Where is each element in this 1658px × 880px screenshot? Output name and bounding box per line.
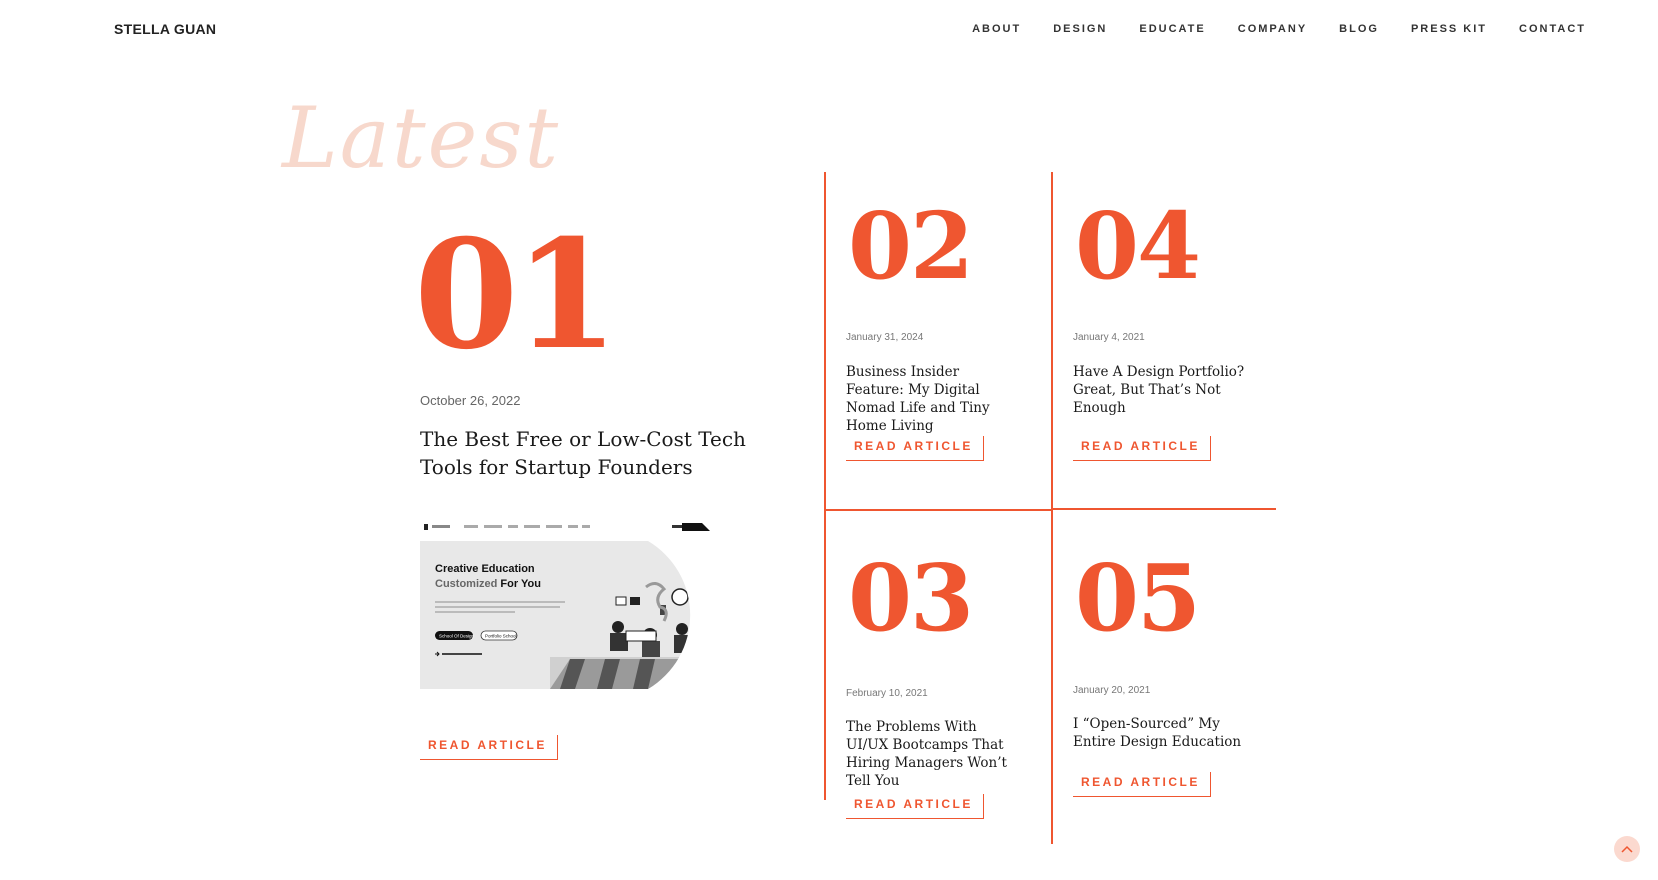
read-article-wrap: READ ARTICLE bbox=[1073, 436, 1211, 461]
read-article-wrap: READ ARTICLE bbox=[1073, 772, 1211, 797]
thumb-btn-2: Portfolio School bbox=[485, 634, 517, 639]
site-logo[interactable]: STELLA GUAN bbox=[114, 21, 216, 37]
article-title[interactable]: Business Insider Feature: My Digital Nom… bbox=[846, 363, 1021, 435]
article-title[interactable]: Have A Design Portfolio? Great, But That… bbox=[1073, 363, 1248, 417]
read-article-button[interactable]: READ ARTICLE bbox=[420, 735, 558, 760]
article-card-02: 02 January 31, 2024 Business Insider Fea… bbox=[846, 200, 1056, 480]
article-card-03: 03 February 10, 2021 The Problems With U… bbox=[846, 552, 1056, 832]
article-date: October 26, 2022 bbox=[420, 393, 521, 408]
grid-divider-row-right bbox=[1051, 508, 1276, 510]
thumbnail-graphic: Creative Education Customized For You Sc… bbox=[420, 517, 740, 689]
read-article-button[interactable]: READ ARTICLE bbox=[1073, 436, 1211, 461]
thumb-headline-1: Creative Education bbox=[435, 563, 535, 575]
article-number: 04 bbox=[1075, 192, 1201, 300]
section-script-title: Latest bbox=[282, 89, 561, 187]
nav-press-kit[interactable]: PRESS KIT bbox=[1411, 23, 1487, 35]
thumb-headline-2: Customized For You bbox=[435, 578, 541, 590]
article-title[interactable]: The Problems With UI/UX Bootcamps That H… bbox=[846, 718, 1021, 790]
article-number: 03 bbox=[848, 544, 974, 652]
chevron-up-icon bbox=[1621, 845, 1633, 853]
nav-blog[interactable]: BLOG bbox=[1339, 23, 1379, 35]
nav-design[interactable]: DESIGN bbox=[1053, 23, 1107, 35]
read-article-wrap: READ ARTICLE bbox=[846, 794, 984, 819]
article-number: 02 bbox=[848, 192, 974, 300]
site-header: STELLA GUAN ABOUT DESIGN EDUCATE COMPANY… bbox=[0, 0, 1658, 60]
main-nav: ABOUT DESIGN EDUCATE COMPANY BLOG PRESS … bbox=[940, 23, 1586, 35]
article-number: 01 bbox=[414, 207, 619, 383]
article-date: January 31, 2024 bbox=[846, 332, 924, 343]
thumb-btn-1: School Of Design bbox=[439, 634, 475, 639]
grid-divider-left bbox=[824, 172, 826, 800]
read-article-button[interactable]: READ ARTICLE bbox=[1073, 772, 1211, 797]
article-number: 05 bbox=[1075, 544, 1201, 652]
read-article-button[interactable]: READ ARTICLE bbox=[846, 794, 984, 819]
article-date: January 20, 2021 bbox=[1073, 685, 1151, 696]
article-card-05: 05 January 20, 2021 I “Open-Sourced” My … bbox=[1073, 552, 1283, 832]
featured-read-article[interactable]: READ ARTICLE bbox=[420, 735, 558, 760]
article-title[interactable]: I “Open-Sourced” My Entire Design Educat… bbox=[1073, 715, 1248, 751]
nav-educate[interactable]: EDUCATE bbox=[1139, 23, 1205, 35]
nav-about[interactable]: ABOUT bbox=[972, 23, 1021, 35]
scroll-to-top-button[interactable] bbox=[1614, 836, 1640, 862]
article-date: February 10, 2021 bbox=[846, 688, 928, 699]
read-article-button[interactable]: READ ARTICLE bbox=[846, 436, 984, 461]
grid-divider-row-left bbox=[824, 509, 1051, 511]
nav-contact[interactable]: CONTACT bbox=[1519, 23, 1586, 35]
article-card-04: 04 January 4, 2021 Have A Design Portfol… bbox=[1073, 200, 1283, 480]
nav-company[interactable]: COMPANY bbox=[1238, 23, 1307, 35]
read-article-wrap: READ ARTICLE bbox=[846, 436, 984, 461]
article-title[interactable]: The Best Free or Low-Cost Tech Tools for… bbox=[420, 425, 750, 481]
article-date: January 4, 2021 bbox=[1073, 332, 1145, 343]
article-thumbnail[interactable]: Creative Education Customized For You Sc… bbox=[420, 517, 740, 689]
